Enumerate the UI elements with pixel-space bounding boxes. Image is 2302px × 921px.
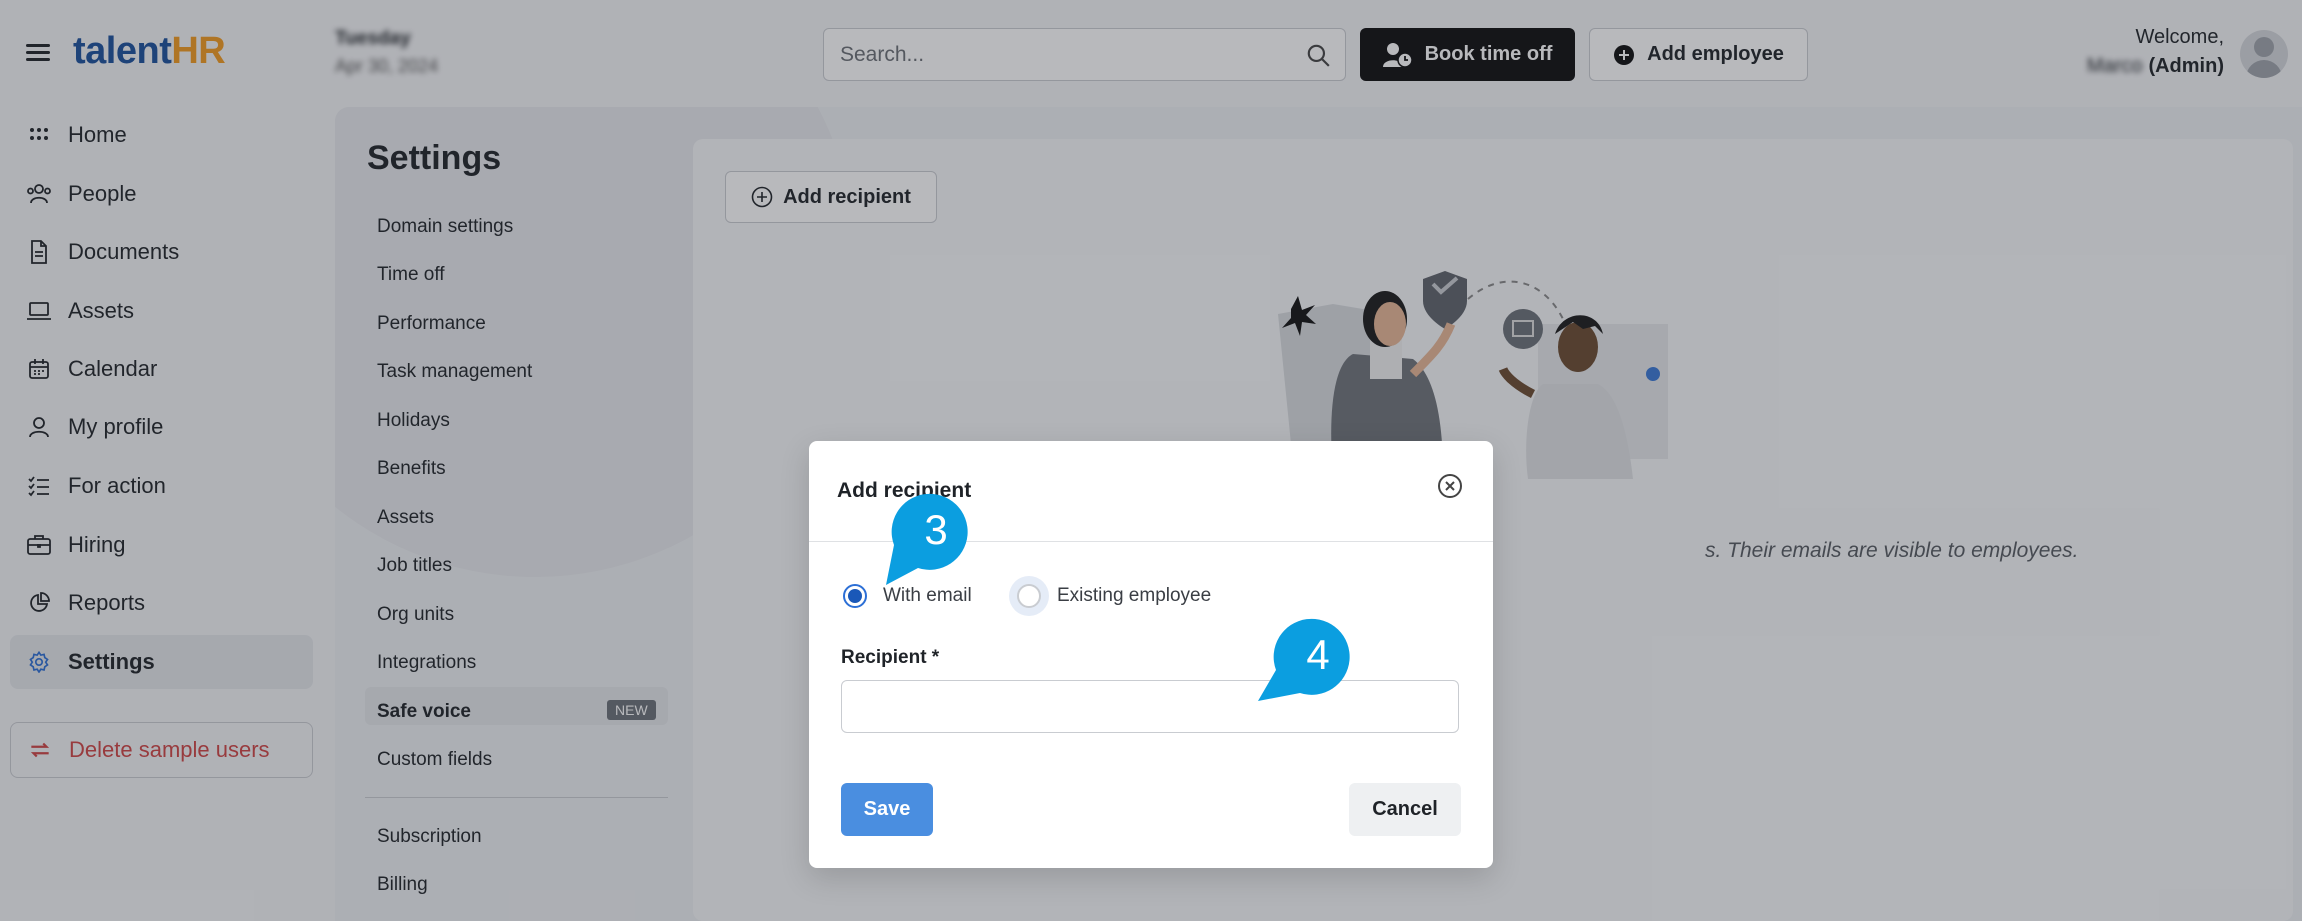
radio-existing-employee-control[interactable]	[1017, 584, 1041, 608]
callout-step-3: 3	[886, 490, 972, 585]
callout-number-4: 4	[1306, 631, 1330, 678]
callout-step-4: 4	[1258, 615, 1354, 701]
recipient-input[interactable]	[841, 680, 1459, 733]
radio-with-email-control[interactable]	[843, 584, 867, 608]
app-root: talentHR Tuesday Apr 30, 2024 Book time …	[0, 0, 2302, 921]
close-icon[interactable]	[1437, 473, 1463, 499]
callout-number-3: 3	[924, 506, 948, 553]
save-button[interactable]: Save	[841, 783, 933, 836]
cancel-button[interactable]: Cancel	[1349, 783, 1461, 836]
radio-existing-employee-label: Existing employee	[1057, 585, 1212, 606]
recipient-label: Recipient *	[841, 647, 940, 668]
radio-existing-employee[interactable]: Existing employee	[1017, 584, 1211, 608]
